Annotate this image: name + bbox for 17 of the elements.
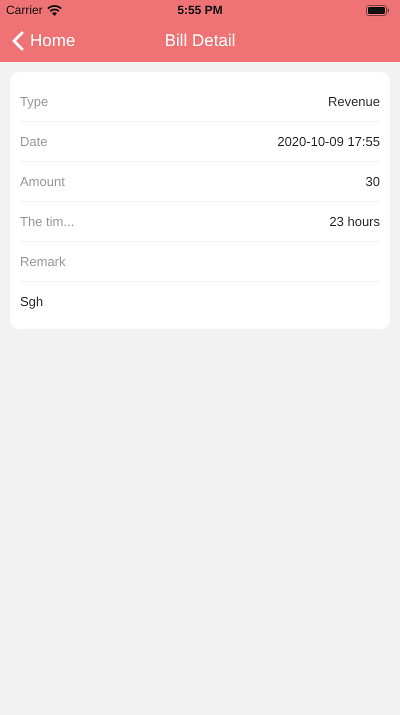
remark-text: Sgh [20,293,44,311]
field-value: 30 [366,174,380,189]
back-button[interactable]: Home [0,31,76,51]
field-label: Amount [20,174,65,189]
field-label: Date [20,134,48,149]
carrier-label: Carrier [6,3,43,17]
field-label: The tim... [20,214,74,229]
wifi-icon [46,4,62,16]
battery-icon [366,4,390,16]
chevron-left-icon [12,31,24,51]
field-value: Revenue [328,94,380,109]
field-label: Type [20,94,48,109]
clock-time: 5:55 PM [177,3,223,17]
page-title: Bill Detail [164,31,236,51]
field-value: 23 hours [329,214,380,229]
field-value: 2020-10-09 17:55 [277,134,380,149]
field-label: Remark [20,254,66,269]
